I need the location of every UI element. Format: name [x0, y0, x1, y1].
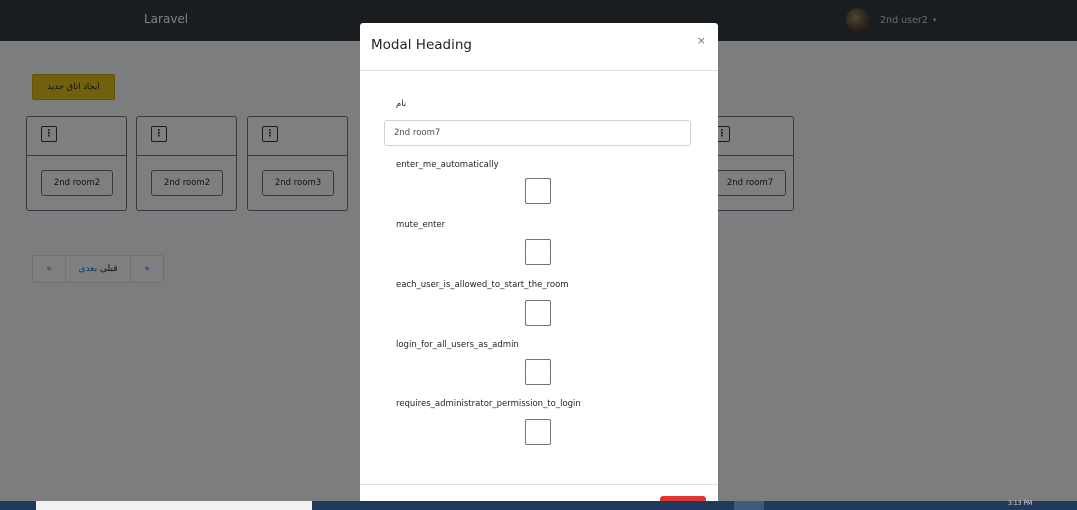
modal-header: Modal Heading ×	[360, 23, 718, 71]
edit-room-modal: Modal Heading × نام 2nd room7 enter_me_a…	[360, 23, 718, 510]
enter-me-automatically-checkbox[interactable]	[525, 178, 551, 204]
login-as-admin-checkbox[interactable]	[525, 359, 551, 385]
each-user-allowed-to-start-checkbox[interactable]	[525, 300, 551, 326]
mute-enter-checkbox[interactable]	[525, 239, 551, 265]
taskbar-active-app[interactable]	[734, 501, 764, 510]
checkbox-label: login_for_all_users_as_admin	[396, 340, 519, 350]
requires-admin-permission-checkbox[interactable]	[525, 419, 551, 445]
taskbar-clock: 3:13 PM	[1008, 500, 1033, 507]
modal-title: Modal Heading	[371, 37, 472, 53]
taskbar-search-box[interactable]	[36, 501, 312, 510]
checkbox-label: enter_me_automatically	[396, 160, 499, 170]
close-icon[interactable]: ×	[697, 34, 706, 47]
room-name-input[interactable]: 2nd room7	[384, 120, 691, 146]
name-label: نام	[396, 99, 407, 109]
checkbox-label: mute_enter	[396, 220, 446, 230]
checkbox-label: each_user_is_allowed_to_start_the_room	[396, 280, 569, 290]
checkbox-label: requires_administrator_permission_to_log…	[396, 399, 581, 409]
